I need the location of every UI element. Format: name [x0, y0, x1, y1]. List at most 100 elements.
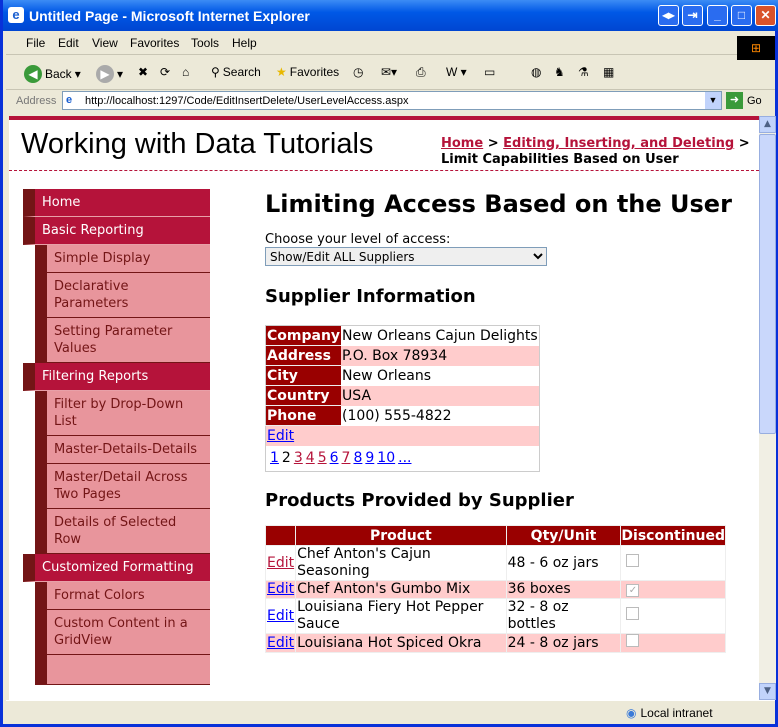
field-label: Phone — [265, 405, 342, 426]
grid-header: Product Qty/Unit Discontinued — [264, 525, 726, 546]
sidebar-item[interactable]: Filtering Reports — [23, 363, 210, 391]
column-header[interactable]: Product — [295, 525, 507, 546]
address-dropdown-icon[interactable]: ▼ — [705, 92, 721, 109]
row-edit-link[interactable]: Edit — [267, 608, 294, 624]
maximize-button[interactable]: □ — [731, 5, 752, 26]
sidebar-item[interactable]: Customized Formatting — [23, 554, 210, 582]
sidebar-item[interactable]: Home — [23, 189, 210, 217]
history-icon[interactable]: ◷ — [353, 65, 363, 79]
menu-bar: File Edit View Favorites Tools Help ⊞ — [6, 31, 775, 60]
menu-help[interactable]: Help — [232, 36, 257, 50]
globe-icon[interactable]: ◍ — [531, 65, 541, 79]
mail-icon[interactable]: ✉▾ — [381, 65, 397, 79]
vertical-scrollbar[interactable]: ▲ ▼ — [759, 116, 776, 700]
favorites-button[interactable]: ★ Favorites — [276, 65, 339, 79]
pager-link[interactable]: 5 — [318, 450, 327, 466]
row-edit-link[interactable]: Edit — [267, 635, 294, 651]
forward-button[interactable]: ▶ ▾ — [96, 65, 123, 83]
row-edit-link[interactable]: Edit — [267, 555, 294, 571]
pager-link[interactable]: ... — [398, 450, 411, 466]
pager-link[interactable]: 8 — [353, 450, 362, 466]
menu-edit[interactable]: Edit — [58, 36, 79, 50]
pager-link[interactable]: 7 — [342, 450, 351, 466]
supplier-heading: Supplier Information — [265, 286, 476, 307]
page-title: Limiting Access Based on the User — [265, 190, 732, 218]
sidebar-item[interactable]: Setting Parameter Values — [35, 318, 210, 363]
sidebar-item[interactable]: Custom Content in a GridView — [35, 610, 210, 655]
restore-tab-icon[interactable]: ⇥ — [682, 5, 703, 26]
refresh-icon[interactable]: ⟳ — [160, 65, 170, 79]
go-arrow-icon: ➜ — [726, 92, 743, 109]
pager-current: 2 — [281, 450, 291, 467]
supplier-edit-link[interactable]: Edit — [267, 428, 294, 444]
sidebar-item[interactable]: Format Colors — [35, 582, 210, 610]
page-icon: e — [66, 94, 73, 106]
pager-link[interactable]: 9 — [365, 450, 374, 466]
column-header[interactable]: Discontinued — [620, 525, 726, 546]
pager-link[interactable]: 3 — [294, 450, 303, 466]
field-label: City — [265, 365, 342, 386]
edit-word-icon[interactable]: W ▾ — [446, 65, 467, 79]
products-grid: Product Qty/Unit Discontinued Edit Chef Ant… — [264, 525, 726, 653]
field-value: P.O. Box 78934 — [342, 347, 448, 364]
toolbar: ◀ Back ▾ ▶ ▾ ✖ ⟳ ⌂ ⚲ Search ★ Favorites ◷ ✉… — [6, 56, 775, 90]
sidebar-item[interactable]: Details of Selected Row — [35, 509, 210, 554]
table-row: Edit Chef Anton's Gumbo Mix 36 boxes ✓ — [264, 580, 726, 599]
sidebar-item[interactable]: Basic Reporting — [23, 217, 210, 245]
scroll-down-icon[interactable]: ▼ — [759, 683, 776, 700]
tool-icon[interactable]: ▦ — [603, 65, 614, 79]
home-icon[interactable]: ⌂ — [182, 65, 189, 79]
back-button[interactable]: ◀ Back ▾ — [24, 65, 81, 83]
stop-icon[interactable]: ✖ — [138, 65, 148, 79]
header-divider — [9, 170, 759, 171]
address-input[interactable]: e http://localhost:1297/Code/EditInsertD… — [62, 91, 722, 110]
scroll-thumb[interactable] — [759, 134, 776, 434]
breadcrumb-section[interactable]: Editing, Inserting, and Deleting — [503, 136, 734, 151]
sidebar-item[interactable]: Master-Details-Details — [35, 436, 210, 464]
access-level-select[interactable]: Show/Edit ALL Suppliers — [265, 247, 547, 266]
column-header[interactable]: Qty/Unit — [505, 525, 622, 546]
details-row: Company New Orleans Cajun Delights — [265, 325, 540, 346]
field-label: Company — [265, 325, 342, 346]
breadcrumb-home[interactable]: Home — [441, 136, 483, 151]
menu-view[interactable]: View — [92, 36, 118, 50]
scroll-up-icon[interactable]: ▲ — [759, 116, 776, 133]
go-label: Go — [747, 94, 762, 107]
note-icon[interactable]: ▭ — [484, 65, 495, 79]
field-value: (100) 555-4822 — [342, 407, 452, 424]
discontinued-checkbox — [626, 634, 640, 647]
pager-link[interactable]: 6 — [330, 450, 339, 466]
nav-icon[interactable]: ◂▸ — [658, 5, 679, 26]
pager-link[interactable]: 10 — [377, 450, 395, 466]
qty-per-unit: 24 - 8 oz jars — [505, 633, 622, 653]
details-row: Address P.O. Box 78934 — [265, 345, 540, 366]
close-button[interactable]: ✕ — [755, 5, 776, 26]
details-row: Phone (100) 555-4822 — [265, 405, 540, 426]
sidebar-item[interactable]: Filter by Drop-Down List — [35, 391, 210, 436]
minimize-button[interactable]: _ — [707, 5, 728, 26]
title-bar: e Untitled Page - Microsoft Internet Exp… — [3, 0, 778, 31]
qty-per-unit: 48 - 6 oz jars — [505, 545, 622, 581]
search-button[interactable]: ⚲ Search — [211, 65, 261, 79]
sidebar-item[interactable]: Simple Display — [35, 245, 210, 273]
pager-link[interactable]: 1 — [270, 450, 279, 466]
menu-tools[interactable]: Tools — [191, 36, 219, 50]
sidebar-item[interactable]: Declarative Parameters — [35, 273, 210, 318]
sidebar-nav: Home Basic Reporting Simple Display Declara… — [23, 189, 210, 685]
product-name: Chef Anton's Cajun Seasoning — [295, 545, 507, 581]
menu-favorites[interactable]: Favorites — [130, 36, 179, 50]
column-header[interactable] — [264, 525, 297, 546]
field-label: Address — [265, 345, 342, 366]
menu-file[interactable]: File — [26, 36, 45, 50]
qty-per-unit: 32 - 8 oz bottles — [505, 598, 622, 634]
sidebar-item[interactable] — [35, 655, 210, 685]
research-icon[interactable]: ⚗ — [578, 65, 589, 79]
print-icon[interactable]: ⎙ — [416, 65, 426, 80]
pager-link[interactable]: 4 — [306, 450, 315, 466]
details-row: City New Orleans — [265, 365, 540, 386]
row-edit-link[interactable]: Edit — [267, 581, 294, 597]
go-button[interactable]: ➜ Go — [726, 92, 762, 109]
messenger-icon[interactable]: ♞ — [554, 65, 565, 79]
table-row: Edit Louisiana Fiery Hot Pepper Sauce 32… — [264, 598, 726, 634]
sidebar-item[interactable]: Master/Detail Across Two Pages — [35, 464, 210, 509]
